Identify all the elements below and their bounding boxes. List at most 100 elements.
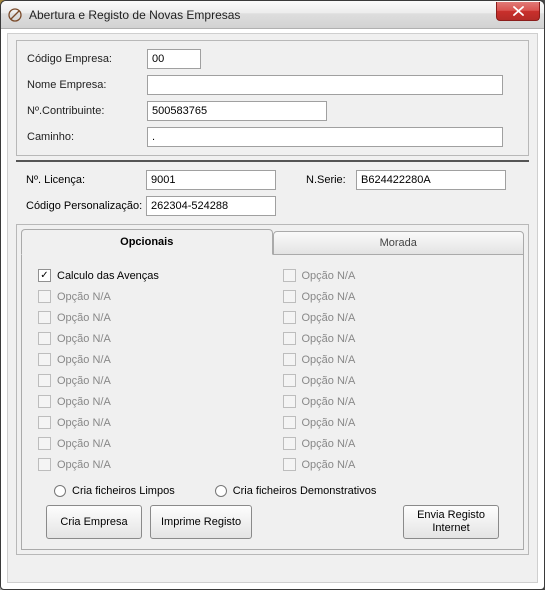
- tab-body-opcionais: ✓ Calculo das Avenças Opção N/A Opção N/A Op…: [21, 255, 524, 550]
- dialog-window: Abertura e Registo de Novas Empresas Cód…: [0, 0, 545, 590]
- licenca-label: Nº. Licença:: [26, 174, 146, 186]
- cria-empresa-label: Cria Empresa: [60, 516, 127, 529]
- option-checkbox: Opção N/A: [283, 269, 508, 282]
- radio-dot-icon: [54, 485, 66, 497]
- tab-morada[interactable]: Morada: [273, 231, 525, 255]
- checkbox-icon: [38, 332, 51, 345]
- option-label: Opção N/A: [57, 333, 111, 345]
- option-label: Opção N/A: [302, 291, 356, 303]
- codpers-label: Código Personalização:: [26, 200, 146, 212]
- option-checkbox: Opção N/A: [38, 353, 263, 366]
- checkbox-icon: [283, 416, 296, 429]
- radio-row: Cria ficheiros Limpos Cria ficheiros Dem…: [54, 485, 499, 497]
- checkbox-icon: ✓: [38, 269, 51, 282]
- caminho-label: Caminho:: [27, 131, 147, 143]
- option-checkbox: Opção N/A: [38, 395, 263, 408]
- checkbox-icon: [283, 395, 296, 408]
- option-checkbox: Opção N/A: [283, 332, 508, 345]
- option-checkbox: Opção N/A: [38, 437, 263, 450]
- checkbox-icon: [38, 458, 51, 471]
- close-icon: [513, 6, 524, 16]
- option-label: Opção N/A: [302, 312, 356, 324]
- option-label: Opção N/A: [302, 417, 356, 429]
- option-label: Opção N/A: [57, 438, 111, 450]
- option-label: Opção N/A: [302, 459, 356, 471]
- option-label: Opção N/A: [57, 396, 111, 408]
- button-row: Cria Empresa Imprime Registo Envia Regis…: [46, 505, 499, 539]
- option-checkbox: Opção N/A: [283, 290, 508, 303]
- option-checkbox: Opção N/A: [283, 311, 508, 324]
- nome-input[interactable]: [147, 75, 503, 95]
- option-checkbox: Opção N/A: [283, 374, 508, 387]
- checkbox-icon: [38, 374, 51, 387]
- license-fields-group: Nº. Licença: N.Serie: Código Personaliza…: [16, 160, 529, 220]
- checkbox-icon: [38, 416, 51, 429]
- checkbox-icon: [283, 437, 296, 450]
- checkbox-icon: [38, 311, 51, 324]
- nserie-input[interactable]: [356, 170, 506, 190]
- codigo-input[interactable]: [147, 49, 201, 69]
- tabs-container: Opcionais Morada ✓ Calculo das Avenças Opç…: [16, 224, 529, 555]
- checkbox-icon: [38, 437, 51, 450]
- radio-demo-label: Cria ficheiros Demonstrativos: [233, 485, 377, 497]
- checkbox-icon: [283, 374, 296, 387]
- option-checkbox: Opção N/A: [283, 395, 508, 408]
- codigo-label: Código Empresa:: [27, 53, 147, 65]
- tab-morada-label: Morada: [380, 237, 417, 249]
- envia-registo-label: Envia Registo Internet: [414, 509, 488, 534]
- option-label: Opção N/A: [57, 291, 111, 303]
- tab-strip: Opcionais Morada: [21, 229, 524, 255]
- checkbox-icon: [38, 395, 51, 408]
- contrib-input[interactable]: [147, 101, 327, 121]
- option-label: Opção N/A: [57, 417, 111, 429]
- option-label: Opção N/A: [57, 459, 111, 471]
- option-label: Opção N/A: [302, 375, 356, 387]
- radio-limpos-label: Cria ficheiros Limpos: [72, 485, 175, 497]
- option-checkbox: Opção N/A: [38, 311, 263, 324]
- radio-dot-icon: [215, 485, 227, 497]
- tab-opcionais-label: Opcionais: [120, 236, 173, 248]
- contrib-label: Nº.Contribuinte:: [27, 105, 147, 117]
- radio-demo[interactable]: Cria ficheiros Demonstrativos: [215, 485, 377, 497]
- option-checkbox: Opção N/A: [38, 458, 263, 471]
- cria-empresa-button[interactable]: Cria Empresa: [46, 505, 142, 539]
- options-grid: ✓ Calculo das Avenças Opção N/A Opção N/A Op…: [38, 269, 507, 471]
- codpers-input[interactable]: [146, 196, 276, 216]
- titlebar[interactable]: Abertura e Registo de Novas Empresas: [1, 1, 544, 29]
- licenca-input[interactable]: [146, 170, 276, 190]
- checkbox-icon: [283, 332, 296, 345]
- checkbox-icon: [38, 353, 51, 366]
- envia-registo-button[interactable]: Envia Registo Internet: [403, 505, 499, 539]
- checkbox-icon: [283, 269, 296, 282]
- checkbox-icon: [283, 458, 296, 471]
- caminho-input[interactable]: [147, 127, 503, 147]
- app-icon: [7, 7, 23, 23]
- option-label: Opção N/A: [302, 270, 356, 282]
- option-label: Opção N/A: [302, 396, 356, 408]
- option-checkbox: Opção N/A: [283, 458, 508, 471]
- imprime-registo-label: Imprime Registo: [161, 516, 241, 529]
- option-label: Opção N/A: [57, 354, 111, 366]
- option-checkbox: Opção N/A: [283, 353, 508, 366]
- checkbox-icon: [283, 353, 296, 366]
- option-label: Opção N/A: [57, 375, 111, 387]
- option-label: Opção N/A: [302, 354, 356, 366]
- option-checkbox: Opção N/A: [283, 416, 508, 429]
- checkbox-icon: [283, 311, 296, 324]
- nome-label: Nome Empresa:: [27, 79, 147, 91]
- tab-opcionais[interactable]: Opcionais: [21, 229, 273, 255]
- option-checkbox[interactable]: ✓ Calculo das Avenças: [38, 269, 263, 282]
- radio-limpos[interactable]: Cria ficheiros Limpos: [54, 485, 175, 497]
- close-button[interactable]: [496, 2, 540, 21]
- checkbox-icon: [283, 290, 296, 303]
- nserie-label: N.Serie:: [306, 174, 356, 186]
- window-title: Abertura e Registo de Novas Empresas: [29, 8, 240, 22]
- company-fields-group: Código Empresa: Nome Empresa: Nº.Contrib…: [16, 40, 529, 156]
- option-label: Calculo das Avenças: [57, 270, 159, 282]
- imprime-registo-button[interactable]: Imprime Registo: [150, 505, 252, 539]
- option-checkbox: Opção N/A: [38, 374, 263, 387]
- option-checkbox: Opção N/A: [38, 332, 263, 345]
- option-label: Opção N/A: [57, 312, 111, 324]
- option-label: Opção N/A: [302, 438, 356, 450]
- option-checkbox: Opção N/A: [283, 437, 508, 450]
